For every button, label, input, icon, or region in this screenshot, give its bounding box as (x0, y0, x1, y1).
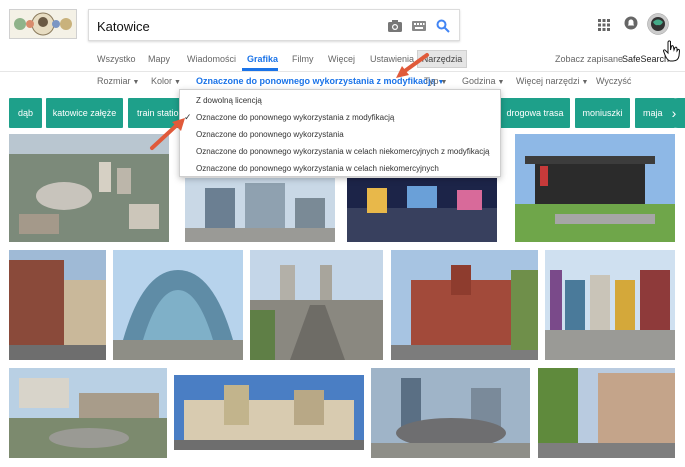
camera-icon[interactable] (385, 16, 405, 36)
filter-rozmiar[interactable]: Rozmiar ▼ (97, 76, 139, 86)
filter-label: Więcej narzędzi (516, 76, 580, 86)
notifications-icon[interactable] (624, 16, 638, 35)
caret-icon: ▼ (497, 79, 505, 86)
annotation-arrow-icon (396, 53, 429, 78)
tab-grafika[interactable]: Grafika (247, 54, 278, 64)
tab-wiecej[interactable]: Więcej (328, 54, 355, 64)
image-result[interactable] (371, 368, 530, 458)
google-doodle-logo[interactable] (9, 9, 77, 39)
chip-dab[interactable]: dąb (9, 98, 42, 128)
search-icon[interactable] (433, 16, 453, 36)
filter-wyczysc[interactable]: Wyczyść (596, 76, 631, 86)
image-result[interactable] (9, 368, 167, 458)
chevron-right-icon[interactable]: › (663, 98, 685, 128)
tab-filmy[interactable]: Filmy (292, 54, 314, 64)
chip-moniuszki[interactable]: moniuszki (575, 98, 630, 128)
caret-icon: ▼ (174, 79, 181, 86)
image-result[interactable] (9, 250, 106, 360)
saved-link[interactable]: Zobacz zapisane (555, 54, 623, 64)
avatar[interactable] (647, 13, 669, 40)
license-option-reuse[interactable]: Oznaczone do ponownego wykorzystania (196, 130, 344, 139)
tab-wiadomosci[interactable]: Wiadomości (187, 54, 236, 64)
filter-label: Rozmiar (97, 76, 131, 86)
annotation-arrow-icon (150, 118, 185, 150)
image-result[interactable] (538, 368, 675, 458)
search-input[interactable] (97, 16, 377, 36)
image-result[interactable] (185, 178, 335, 242)
hand-cursor-icon (663, 40, 681, 62)
image-result[interactable] (545, 250, 675, 360)
image-result[interactable] (113, 250, 243, 360)
safesearch-link[interactable]: SafeSearch (622, 54, 669, 64)
filter-wiecej-narzedzi[interactable]: Więcej narzędzi ▼ (516, 76, 588, 86)
image-result[interactable] (250, 250, 383, 360)
caret-icon: ▼ (440, 79, 448, 86)
image-result[interactable] (9, 134, 169, 242)
tab-mapy[interactable]: Mapy (148, 54, 170, 64)
caret-icon: ▼ (581, 79, 589, 86)
license-option-reuse-modify[interactable]: Oznaczone do ponownego wykorzystania z m… (196, 113, 394, 122)
filter-godzina[interactable]: Godzina ▼ (462, 76, 504, 86)
filter-label: Kolor (151, 76, 173, 86)
chip-katowice-zaleze[interactable]: katowice załęże (46, 98, 123, 128)
filter-kolor[interactable]: Kolor ▼ (151, 76, 181, 86)
license-dropdown-menu: Z dowolną licencją ✓ Oznaczone do ponown… (179, 89, 501, 177)
image-result[interactable] (391, 250, 538, 360)
filter-label: Godzina (462, 76, 496, 86)
license-option-noncommercial[interactable]: Oznaczone do ponownego wykorzystania w c… (196, 164, 439, 173)
doodle-image (10, 10, 76, 38)
image-result[interactable] (347, 178, 497, 242)
keyboard-icon[interactable] (409, 16, 429, 36)
license-option-noncommercial-modify[interactable]: Oznaczone do ponownego wykorzystania w c… (196, 147, 489, 156)
header-divider (0, 71, 685, 72)
image-result[interactable] (515, 134, 675, 242)
apps-grid-icon[interactable] (598, 18, 610, 36)
license-option-any[interactable]: Z dowolną licencją (196, 96, 262, 105)
image-result[interactable] (174, 375, 364, 450)
caret-icon: ▼ (132, 79, 140, 86)
chip-drogowa-trasa[interactable]: drogowa trasa (500, 98, 570, 128)
tab-wszystko[interactable]: Wszystko (97, 54, 136, 64)
search-box[interactable] (88, 9, 460, 41)
